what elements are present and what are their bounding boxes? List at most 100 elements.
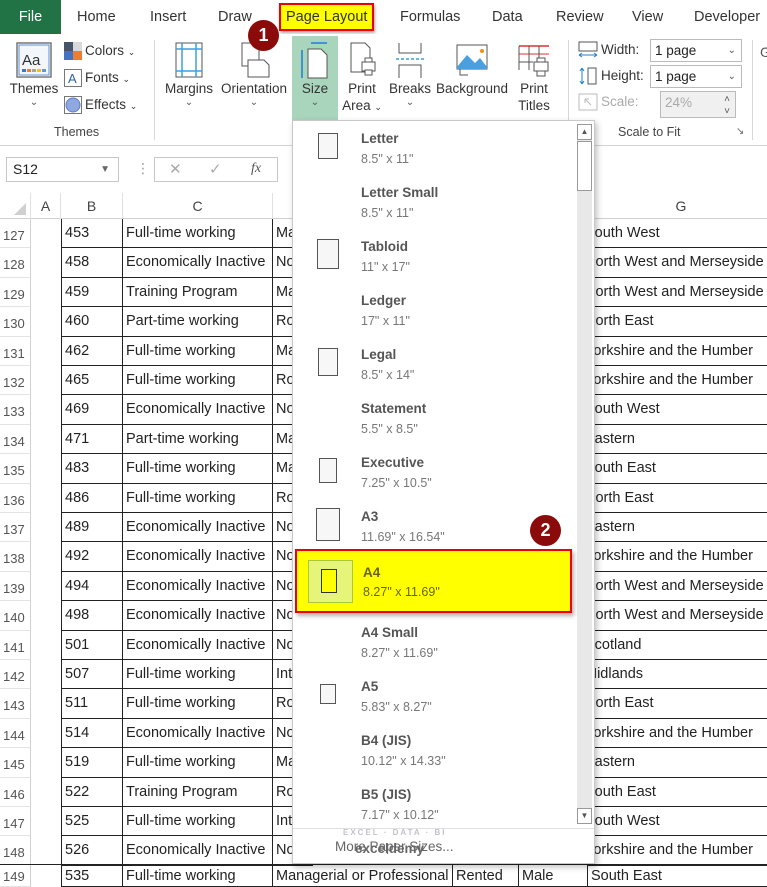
cell-g[interactable]: South East: [588, 454, 767, 484]
row-number[interactable]: 149: [0, 865, 31, 887]
cell-c[interactable]: Full-time working: [123, 454, 273, 484]
tab-page-layout[interactable]: Page Layout: [279, 3, 375, 31]
scroll-down-icon[interactable]: ▼: [577, 808, 592, 824]
cell-c[interactable]: Economically Inactive: [123, 395, 273, 425]
cell-c[interactable]: Full-time working: [123, 366, 273, 396]
cell-c[interactable]: Training Program: [123, 777, 273, 807]
paper-size-item[interactable]: Legal 8.5" x 14": [293, 337, 577, 391]
orientation-button[interactable]: Orientation ⌄: [218, 40, 290, 109]
row-number[interactable]: 148: [0, 836, 31, 866]
select-all-corner[interactable]: [0, 193, 31, 219]
cell-d[interactable]: Managerial or Professional: [273, 865, 453, 887]
cell-g[interactable]: Yorkshire and the Humber: [588, 366, 767, 396]
cell-c[interactable]: Economically Inactive: [123, 630, 273, 660]
height-select[interactable]: 1 page ⌄: [650, 65, 742, 88]
row-number[interactable]: 132: [0, 366, 31, 396]
row-number[interactable]: 131: [0, 336, 31, 366]
cell-b[interactable]: 462: [61, 336, 123, 366]
tab-home[interactable]: Home: [77, 0, 116, 34]
row-number[interactable]: 127: [0, 219, 31, 249]
cell-g[interactable]: Yorkshire and the Humber: [588, 337, 767, 366]
width-select[interactable]: 1 page ⌄: [650, 39, 742, 62]
dialog-launcher-icon[interactable]: ↘: [736, 126, 744, 137]
cell-e[interactable]: Rented: [453, 865, 519, 887]
row-number[interactable]: 144: [0, 718, 31, 749]
cell-c[interactable]: Economically Inactive: [123, 601, 273, 631]
cell-b[interactable]: 469: [61, 395, 123, 425]
cell-b[interactable]: 498: [61, 601, 123, 631]
cell-c[interactable]: Economically Inactive: [123, 248, 273, 278]
cell-c[interactable]: Economically Inactive: [123, 836, 273, 866]
tab-insert[interactable]: Insert: [150, 0, 186, 34]
cell-c[interactable]: Full-time working: [123, 219, 273, 249]
cell-g[interactable]: South West: [588, 395, 767, 425]
cell-g[interactable]: Yorkshire and the Humber: [588, 836, 767, 866]
cell-b[interactable]: 535: [61, 865, 123, 887]
name-box[interactable]: S12 ▼: [6, 157, 119, 182]
cancel-icon[interactable]: ✕: [169, 160, 182, 178]
paper-size-item[interactable]: Statement 5.5" x 8.5": [293, 391, 577, 445]
column-header-a[interactable]: A: [31, 193, 61, 219]
cell-g[interactable]: North West and Merseyside: [588, 572, 767, 602]
column-header-d[interactable]: [273, 193, 293, 219]
cell-g[interactable]: Midlands: [588, 660, 767, 690]
cell-c[interactable]: Full-time working: [123, 807, 273, 837]
cell-c[interactable]: Full-time working: [123, 689, 273, 719]
cell-g[interactable]: North West and Merseyside: [588, 248, 767, 278]
cell-b[interactable]: 471: [61, 424, 123, 455]
cell-b[interactable]: 507: [61, 660, 123, 690]
cell-c[interactable]: Training Program: [123, 277, 273, 308]
tab-developer[interactable]: Developer: [694, 0, 760, 34]
row-number[interactable]: 137: [0, 513, 31, 543]
cell-g[interactable]: Yorkshire and the Humber: [588, 719, 767, 749]
row-number[interactable]: 139: [0, 571, 31, 602]
cell-g[interactable]: Eastern: [588, 513, 767, 543]
cell-g[interactable]: South West: [588, 219, 767, 249]
background-button[interactable]: Background: [434, 40, 510, 97]
print-titles-button[interactable]: Print Titles: [512, 40, 556, 114]
cell-g[interactable]: South East: [588, 865, 767, 887]
fonts-button[interactable]: A Fonts ⌄: [64, 67, 130, 89]
cell-g[interactable]: North East: [588, 307, 767, 337]
cell-b[interactable]: 486: [61, 483, 123, 513]
paper-size-item[interactable]: Ledger 17" x 11": [293, 283, 577, 337]
row-number[interactable]: 140: [0, 601, 31, 631]
row-number[interactable]: 128: [0, 248, 31, 278]
paper-size-item[interactable]: A4 Small 8.27" x 11.69": [293, 615, 577, 669]
cell-b[interactable]: 501: [61, 630, 123, 660]
cell-c[interactable]: Full-time working: [123, 483, 273, 513]
row-number[interactable]: 146: [0, 777, 31, 807]
cell-g[interactable]: South East: [588, 778, 767, 807]
scrollbar[interactable]: ▲ ▼: [577, 124, 592, 824]
row-number[interactable]: 142: [0, 660, 31, 690]
insert-function-icon[interactable]: fx: [251, 161, 261, 177]
cell-g[interactable]: North East: [588, 689, 767, 719]
row-number[interactable]: 143: [0, 689, 31, 719]
paper-size-item[interactable]: A4 8.27" x 11.69": [295, 549, 572, 613]
tab-draw[interactable]: Draw: [218, 0, 252, 34]
paper-size-item[interactable]: Tabloid 11" x 17": [293, 229, 577, 283]
more-paper-sizes-item[interactable]: exceldemy EXCEL · DATA · BI More Paper Si…: [293, 828, 594, 864]
cell-b[interactable]: 514: [61, 718, 123, 749]
breaks-button[interactable]: Breaks ⌄: [386, 40, 434, 109]
cell-b[interactable]: 492: [61, 542, 123, 572]
cell-b[interactable]: 465: [61, 366, 123, 396]
cell-b[interactable]: 519: [61, 748, 123, 778]
cell-b[interactable]: 489: [61, 513, 123, 543]
cell-c[interactable]: Part-time working: [123, 424, 273, 455]
row-number[interactable]: 136: [0, 483, 31, 513]
tab-review[interactable]: Review: [556, 0, 604, 34]
paper-size-item[interactable]: Letter Small 8.5" x 11": [293, 175, 577, 229]
tab-view[interactable]: View: [632, 0, 663, 34]
paper-size-item[interactable]: B5 (JIS) 7.17" x 10.12": [293, 777, 577, 831]
cell-c[interactable]: Full-time working: [123, 660, 273, 690]
row-number[interactable]: 138: [0, 542, 31, 572]
cell-g[interactable]: Scotland: [588, 631, 767, 660]
cell-g[interactable]: South West: [588, 807, 767, 837]
row-number[interactable]: 145: [0, 748, 31, 778]
scroll-thumb[interactable]: [577, 141, 592, 191]
cell-b[interactable]: 453: [61, 219, 123, 249]
paper-size-item[interactable]: Executive 7.25" x 10.5": [293, 445, 577, 499]
cell-b[interactable]: 511: [61, 689, 123, 719]
effects-button[interactable]: Effects ⌄: [64, 94, 137, 116]
